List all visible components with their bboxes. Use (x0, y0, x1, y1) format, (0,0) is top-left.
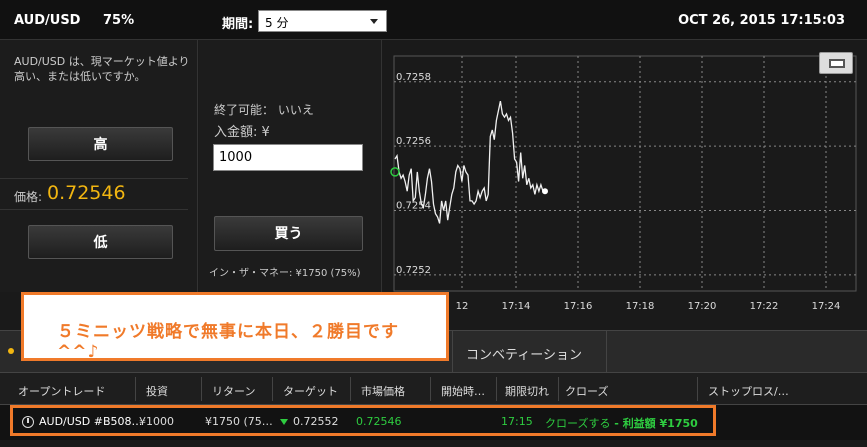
chart-type-toggle[interactable] (819, 52, 853, 74)
price-chart[interactable]: 0.7258 0.7256 0.7254 0.7252 12 17:14 17:16 17:1… (382, 40, 867, 320)
x-tick-label: 17:16 (564, 301, 593, 312)
early-close-label: 終了可能： いいえ (214, 103, 314, 117)
server-datetime: OCT 26, 2015 17:15:03 (678, 13, 845, 28)
col-close: クローズ (565, 385, 609, 398)
price-row: 価格: 0.72546 (0, 178, 188, 210)
price-value: 0.72546 (47, 182, 126, 204)
column-divider (272, 377, 273, 401)
column-divider (697, 377, 698, 401)
price-chart-svg: 0.7258 0.7256 0.7254 0.7252 12 17:14 17:16 17:1… (390, 55, 857, 312)
col-open-trade: オープントレード (18, 385, 106, 398)
buy-button[interactable]: 買う (214, 216, 363, 251)
tab-competition[interactable]: コンベティーション (466, 344, 582, 363)
amount-label: 入金額: ¥ (214, 125, 270, 140)
close-trade-link[interactable]: クローズする (545, 417, 610, 430)
direction-panel: AUD/USD は、現マーケット値より高い、または低いですか。 高 価格: 0.… (0, 40, 198, 292)
trade-target: 0.72552 (293, 415, 339, 428)
tab-divider (606, 331, 607, 374)
profit-amount: 利益額 ¥1750 (622, 417, 698, 430)
target-price-marker (390, 167, 400, 177)
x-tick-label: 17:22 (750, 301, 779, 312)
payout-percent: 75% (103, 13, 135, 28)
low-button[interactable]: 低 (28, 225, 173, 259)
column-divider (430, 377, 431, 401)
clock-icon (22, 416, 34, 428)
order-panel: 終了可能： いいえ 入金額: ¥ 買う イン・ザ・マネー: ¥1750 (75%… (199, 40, 382, 292)
asset-symbol: AUD/USD (14, 13, 81, 28)
open-trades-header: オープントレード 投資 リターン ターゲット 市場価格 開始時… 期限切れ クロ… (0, 373, 867, 405)
col-target: ターゲット (283, 385, 338, 398)
column-divider (350, 377, 351, 401)
trade-market-price: 0.72546 (356, 415, 402, 428)
column-divider (496, 377, 497, 401)
trade-return: ¥1750 (75… (205, 415, 273, 428)
y-tick-label: 0.7258 (396, 72, 431, 83)
column-divider (558, 377, 559, 401)
annotation-box: ５ミニッツ戦略で無事に本日、２勝目です ^^♪ (21, 292, 449, 362)
chart-window-icon (829, 59, 845, 68)
annotation-text: ５ミニッツ戦略で無事に本日、２勝目です ^^♪ (57, 322, 399, 362)
chevron-down-icon (370, 19, 378, 24)
x-tick-label: 17:24 (812, 301, 841, 312)
current-price-point (542, 188, 548, 195)
high-button[interactable]: 高 (28, 127, 173, 161)
top-bar: AUD/USD 75% 期間: 5 分 OCT 26, 2015 17:15:0… (0, 0, 867, 40)
period-select-value: 5 分 (265, 16, 289, 30)
period-select[interactable]: 5 分 (258, 10, 387, 32)
x-tick-label: 17:18 (626, 301, 655, 312)
trade-asset: AUD/USD #B508… (39, 415, 143, 428)
x-tick-label: 12 (456, 301, 469, 312)
col-expiry: 期限切れ (505, 385, 549, 398)
y-tick-label: 0.7252 (396, 265, 431, 276)
y-tick-label: 0.7256 (396, 136, 431, 147)
table-row[interactable]: AUD/USD #B508… ¥1000 ¥1750 (75… 0.72552 … (0, 405, 867, 440)
col-return: リターン (212, 385, 256, 398)
col-start-time: 開始時… (441, 385, 485, 398)
direction-question: AUD/USD は、現マーケット値より高い、または低いですか。 (14, 55, 190, 83)
period-label: 期間: (222, 17, 254, 32)
active-tab-dot-icon (8, 348, 14, 354)
amount-input[interactable] (213, 144, 363, 171)
y-tick-label: 0.7254 (396, 201, 431, 212)
payout-text: イン・ザ・マネー: ¥1750 (75%) (209, 268, 361, 279)
col-stop-loss: ストップロス/… (708, 385, 789, 398)
down-arrow-icon (280, 419, 288, 425)
col-investment: 投資 (146, 385, 168, 398)
close-trade-cell: クローズする - 利益額 ¥1750 (545, 415, 698, 431)
x-tick-label: 17:14 (502, 301, 531, 312)
x-tick-label: 17:20 (688, 301, 717, 312)
trade-expiry: 17:15 (501, 415, 533, 428)
column-divider (201, 377, 202, 401)
price-label: 価格: (14, 190, 43, 204)
column-divider (135, 377, 136, 401)
tab-divider (452, 331, 453, 374)
close-separator: - (610, 417, 623, 430)
trade-investment: ¥1000 (139, 415, 174, 428)
col-market-price: 市場価格 (361, 385, 405, 398)
